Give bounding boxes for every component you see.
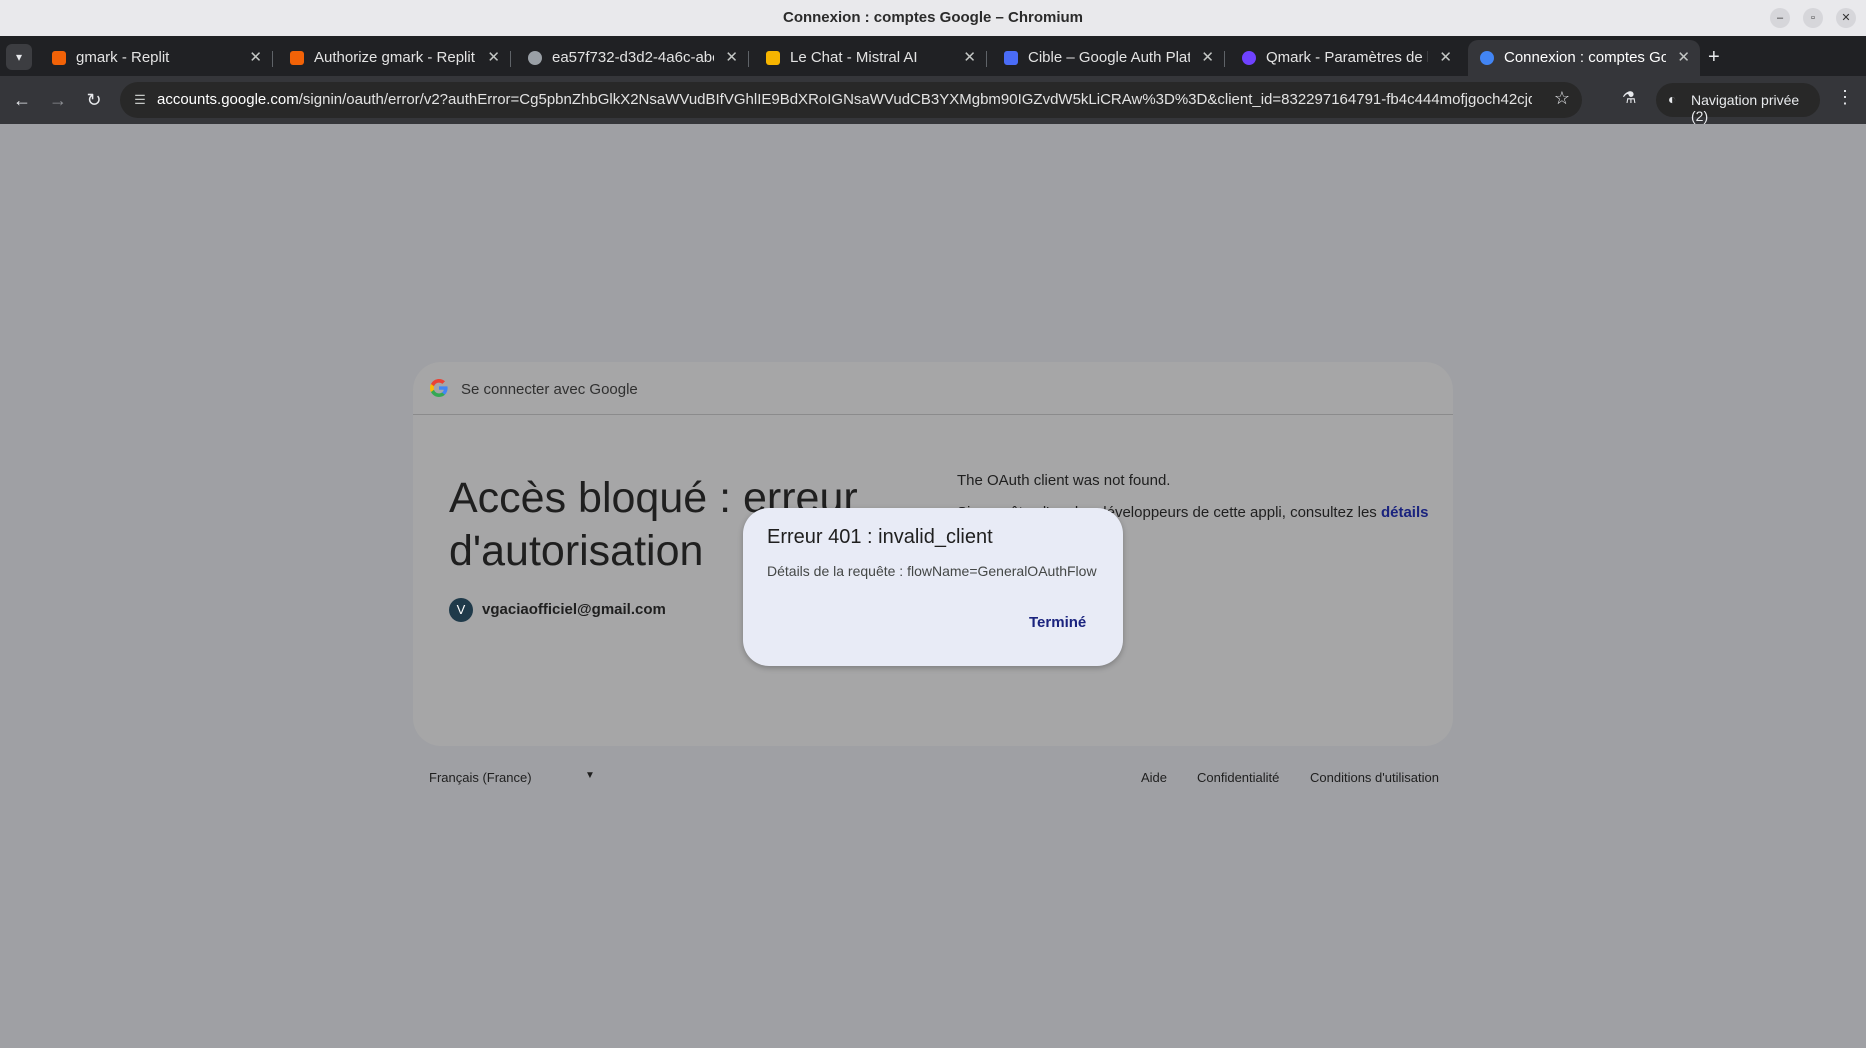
details-link[interactable]: détails bbox=[1381, 504, 1429, 521]
dropdown-arrow-icon[interactable]: ▼ bbox=[585, 770, 595, 781]
card-header-text: Se connecter avec Google bbox=[461, 381, 638, 398]
privacy-link[interactable]: Confidentialité bbox=[1197, 770, 1279, 785]
tab-separator bbox=[510, 51, 511, 67]
tab-label: Qmark - Paramètres de l' bbox=[1266, 49, 1428, 66]
help-link[interactable]: Aide bbox=[1141, 770, 1167, 785]
error-message: The OAuth client was not found. bbox=[957, 472, 1171, 489]
incognito-label: Navigation privée (2) bbox=[1691, 92, 1800, 124]
tab-cible-google-auth[interactable]: Cible – Google Auth Platf ✕ bbox=[992, 40, 1225, 76]
tab-ea57f732[interactable]: ea57f732-d3d2-4a6c-abc ✕ bbox=[516, 40, 749, 76]
google-logo-icon bbox=[430, 379, 448, 397]
window-title-bar: Connexion : comptes Google – Chromium – … bbox=[0, 0, 1866, 36]
tab-authorize-gmark[interactable]: Authorize gmark - Replit ✕ bbox=[278, 40, 511, 76]
incognito-icon: ◐ bbox=[1668, 91, 1677, 107]
restore-icon[interactable]: ▫ bbox=[1803, 8, 1823, 28]
window-title: Connexion : comptes Google – Chromium bbox=[782, 9, 1084, 26]
mistral-favicon-icon bbox=[766, 51, 780, 65]
close-tab-icon[interactable]: ✕ bbox=[1677, 48, 1690, 66]
google-favicon-icon bbox=[1480, 51, 1494, 65]
close-tab-icon[interactable]: ✕ bbox=[1439, 48, 1452, 66]
close-tab-icon[interactable]: ✕ bbox=[725, 48, 738, 66]
terms-link[interactable]: Conditions d'utilisation bbox=[1310, 770, 1439, 785]
tab-label: Le Chat - Mistral AI bbox=[790, 49, 918, 66]
minimize-icon[interactable]: – bbox=[1770, 8, 1790, 28]
tab-label: Cible – Google Auth Platf bbox=[1028, 49, 1190, 66]
forward-icon[interactable]: → bbox=[46, 88, 70, 112]
replit-favicon-icon bbox=[290, 51, 304, 65]
tab-label: ea57f732-d3d2-4a6c-abc bbox=[552, 49, 714, 66]
new-tab-icon[interactable]: + bbox=[1708, 46, 1720, 69]
avatar: V bbox=[449, 598, 473, 622]
tab-label: gmark - Replit bbox=[76, 49, 170, 66]
browser-toolbar: ← → ↻ ☰ accounts.google.com/signin/oauth… bbox=[0, 76, 1866, 124]
done-button[interactable]: Terminé bbox=[1029, 614, 1086, 631]
tab-search-icon[interactable]: ▾ bbox=[6, 44, 32, 70]
reload-icon[interactable]: ↻ bbox=[82, 88, 106, 112]
language-selector[interactable]: Français (France) bbox=[429, 770, 532, 785]
close-tab-icon[interactable]: ✕ bbox=[1201, 48, 1214, 66]
labs-flask-icon[interactable]: ⚗ bbox=[1622, 88, 1636, 108]
url-text[interactable]: accounts.google.com/signin/oauth/error/v… bbox=[157, 91, 1532, 108]
replit-favicon-icon bbox=[52, 51, 66, 65]
tab-qmark-parametres[interactable]: Qmark - Paramètres de l' ✕ bbox=[1230, 40, 1462, 76]
back-icon[interactable]: ← bbox=[10, 88, 34, 112]
more-menu-icon[interactable]: ⋮ bbox=[1836, 87, 1854, 108]
error-dialog: Erreur 401 : invalid_client Détails de l… bbox=[743, 508, 1123, 666]
dialog-body: Détails de la requête : flowName=General… bbox=[767, 563, 1097, 579]
tab-separator bbox=[748, 51, 749, 67]
close-window-icon[interactable]: ✕ bbox=[1836, 8, 1856, 28]
close-tab-icon[interactable]: ✕ bbox=[249, 48, 262, 66]
tab-label: Connexion : comptes Goo bbox=[1504, 49, 1666, 66]
shield-favicon-icon bbox=[1004, 51, 1018, 65]
close-tab-icon[interactable]: ✕ bbox=[963, 48, 976, 66]
bookmark-star-icon[interactable]: ☆ bbox=[1554, 88, 1570, 109]
address-bar[interactable]: ☰ accounts.google.com/signin/oauth/error… bbox=[120, 82, 1582, 118]
facebook-favicon-icon bbox=[1242, 51, 1256, 65]
incognito-badge[interactable]: ◐ Navigation privée (2) bbox=[1656, 83, 1820, 124]
tab-separator bbox=[1224, 51, 1225, 67]
tab-le-chat-mistral[interactable]: Le Chat - Mistral AI ✕ bbox=[754, 40, 987, 76]
tab-separator bbox=[272, 51, 273, 67]
site-info-icon[interactable]: ☰ bbox=[130, 90, 150, 110]
dialog-title: Erreur 401 : invalid_client bbox=[767, 526, 993, 548]
tab-strip: ▾ gmark - Replit ✕ Authorize gmark - Rep… bbox=[0, 36, 1866, 76]
tab-label: Authorize gmark - Replit bbox=[314, 49, 475, 66]
url-host: accounts.google.com bbox=[157, 91, 299, 108]
card-header: Se connecter avec Google bbox=[413, 362, 1453, 415]
tab-separator bbox=[986, 51, 987, 67]
close-tab-icon[interactable]: ✕ bbox=[487, 48, 500, 66]
account-email: vgaciaofficiel@gmail.com bbox=[482, 601, 666, 618]
tab-gmark-replit[interactable]: gmark - Replit ✕ bbox=[40, 40, 273, 76]
tab-connexion-google[interactable]: Connexion : comptes Goo ✕ bbox=[1468, 40, 1700, 76]
url-path: /signin/oauth/error/v2?authError=Cg5pbnZ… bbox=[298, 91, 1532, 108]
globe-favicon-icon bbox=[528, 51, 542, 65]
